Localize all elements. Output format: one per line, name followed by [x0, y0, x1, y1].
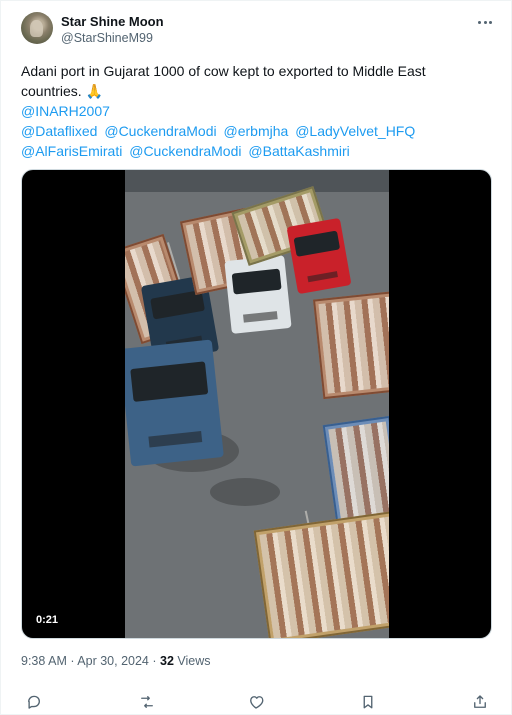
- truck-cab: [125, 339, 224, 467]
- mention-list-row-2: @AlFarisEmirati @CuckendraModi @BattaKas…: [21, 141, 489, 161]
- tweet-text-line-1: Adani port in Gujarat 1000 of cow kept t…: [21, 63, 426, 79]
- views-label: Views: [173, 654, 211, 668]
- video-frame[interactable]: [125, 170, 389, 638]
- tweet-meta: 9:38 AM · Apr 30, 2024 · 32 Views: [21, 654, 211, 668]
- road-edge: [125, 170, 389, 192]
- tweet-header: Star Shine Moon @StarShineM99: [21, 12, 495, 52]
- video-player[interactable]: 0:21: [21, 169, 492, 639]
- truck-cab: [286, 217, 352, 295]
- mention-link[interactable]: @Dataflixed: [21, 123, 97, 139]
- mention-link[interactable]: @CuckendraModi: [129, 143, 241, 159]
- author-display-name[interactable]: Star Shine Moon: [61, 14, 164, 29]
- truck-shadow: [210, 478, 280, 506]
- retweet-icon[interactable]: [138, 693, 156, 711]
- mention-link[interactable]: @erbmjha: [224, 123, 289, 139]
- mention-link[interactable]: @CuckendraModi: [104, 123, 216, 139]
- author-handle[interactable]: @StarShineM99: [61, 31, 153, 45]
- video-duration: 0:21: [32, 612, 63, 628]
- truck-cab: [224, 255, 292, 334]
- tweet-text: Adani port in Gujarat 1000 of cow kept t…: [21, 61, 489, 161]
- views-count: 32: [160, 654, 174, 668]
- mention-link[interactable]: @AlFarisEmirati: [21, 143, 122, 159]
- cattle-trailer: [313, 290, 389, 400]
- cattle-trailer: [253, 510, 389, 638]
- reply-icon[interactable]: [25, 693, 43, 711]
- tweet-time[interactable]: 9:38 AM: [21, 654, 67, 668]
- author-avatar[interactable]: [21, 12, 53, 44]
- bookmark-icon[interactable]: [359, 693, 377, 711]
- mention-link[interactable]: @INARH2007: [21, 101, 489, 121]
- heart-icon[interactable]: [247, 693, 265, 711]
- mention-list-row-1: @Dataflixed @CuckendraModi @erbmjha @Lad…: [21, 121, 489, 141]
- tweet-text-line-2: countries. 🙏: [21, 83, 104, 99]
- meta-separator: ·: [148, 654, 160, 668]
- tweet-date[interactable]: Apr 30, 2024: [77, 654, 149, 668]
- share-icon[interactable]: [471, 693, 489, 711]
- more-icon[interactable]: [475, 14, 495, 30]
- tweet-actions: [21, 693, 491, 713]
- tweet-card: Star Shine Moon @StarShineM99 Adani port…: [0, 0, 512, 715]
- meta-separator: ·: [66, 654, 78, 668]
- mention-link[interactable]: @LadyVelvet_HFQ: [295, 123, 415, 139]
- mention-link[interactable]: @BattaKashmiri: [248, 143, 349, 159]
